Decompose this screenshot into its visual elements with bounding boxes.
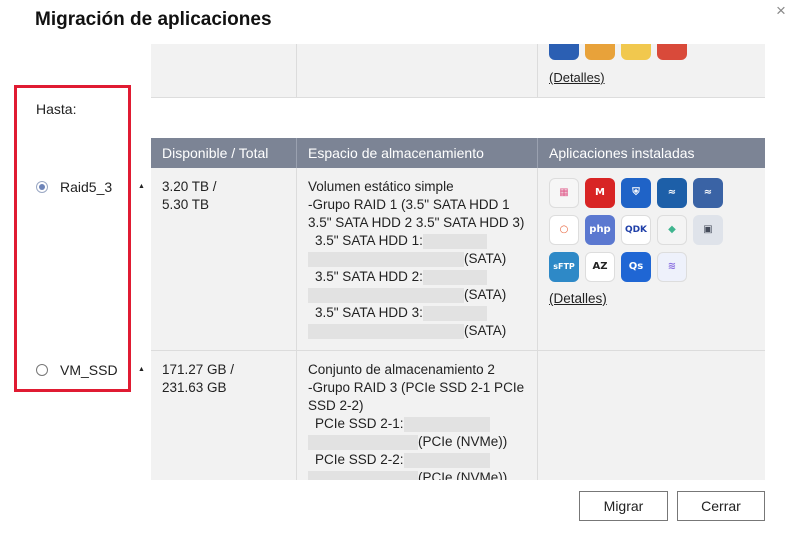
available-value: 171.27 GB / [162,362,235,377]
raid-group-cont: SSD 2-2) [308,398,364,413]
qdk-icon: QDK [621,215,651,245]
column-divider [537,44,538,97]
disk-entry-type: (SATA) [308,250,526,268]
dialog-title: Migración de aplicaciones [35,9,272,30]
storage-cell: Conjunto de almacenamiento 2 -Grupo RAID… [297,351,538,480]
mariadb-icon: ≈ [657,178,687,208]
storage-cell: Volumen estático simple -Grupo RAID 1 (3… [297,168,538,350]
game-icon: ▣ [693,215,723,245]
header-available: Disponible / Total [151,138,297,168]
disk-entry-type: (PCIe (NVMe)) [308,433,526,451]
total-value: 5.30 TB [162,197,210,212]
table-row: 171.27 GB / 231.63 GB Conjunto de almace… [151,351,765,480]
disk-entry-type: (SATA) [308,286,526,304]
storage-type: Volumen estático simple [308,179,454,194]
pma-icon [621,44,651,60]
sort-az-icon: AZ [585,252,615,282]
highlight-box [14,85,131,392]
details-link[interactable]: (Detalles) [549,290,607,308]
migration-table: Disponible / Total Espacio de almacenami… [151,138,765,480]
available-value: 3.20 TB / [162,179,217,194]
column-divider [296,44,297,97]
disk-entry: PCIe SSD 2-2: [308,451,526,469]
apps-cell: ▦ M ⛨ ≈ ≈ ○ php QDK ◆ ▣ sFTP AZ Qs ≋ (De… [538,168,765,350]
header-apps: Aplicaciones instaladas [549,145,695,161]
php-icon: php [585,215,615,245]
qsync-icon [549,44,579,60]
migrate-button[interactable]: Migrar [579,491,668,521]
close-icon[interactable]: × [776,2,786,20]
malware-remover-icon: M [585,178,615,208]
disk-entry: 3.5" SATA HDD 2: [308,268,526,286]
raid-group-cont: 3.5" SATA HDD 2 3.5" SATA HDD 3) [308,215,525,230]
raid-group: -Grupo RAID 3 (PCIe SSD 2-1 PCIe [308,380,525,395]
available-cell: 3.20 TB / 5.30 TB [151,168,297,350]
disk-entry: 3.5" SATA HDD 3: [308,304,526,322]
table-header: Disponible / Total Espacio de almacenami… [151,138,765,168]
multimedia-icon [585,44,615,60]
storage-type: Conjunto de almacenamiento 2 [308,362,495,377]
close-button[interactable]: Cerrar [677,491,765,521]
apps-cell [538,351,765,480]
raid-group: -Grupo RAID 1 (3.5" SATA HDD 1 [308,197,510,212]
table-row-previous: (Detalles) [151,44,765,98]
sftp-icon: sFTP [549,252,579,282]
disk-entry: PCIe SSD 2-1: [308,415,526,433]
disk-entry-type: (SATA) [308,322,526,340]
total-value: 231.63 GB [162,380,227,395]
details-link[interactable]: (Detalles) [549,70,605,85]
app-center-icon: ▦ [549,178,579,208]
disk-entry-type: (PCIe (NVMe)) [308,469,526,480]
container-icon: ◆ [657,215,687,245]
installed-apps: ▦ M ⛨ ≈ ≈ ○ php QDK ◆ ▣ sFTP AZ Qs ≋ [549,178,754,282]
mail-icon [657,44,687,60]
installed-apps-previous [549,44,687,60]
expand-caret-icon[interactable]: ▲ [138,183,145,190]
table-row: 3.20 TB / 5.30 TB Volumen estático simpl… [151,168,765,351]
mariadb2-icon: ≈ [693,178,723,208]
qsirch-icon: Qs [621,252,651,282]
header-storage: Espacio de almacenamiento [297,138,538,168]
security-counselor-icon: ⛨ [621,178,651,208]
expand-caret-icon[interactable]: ▲ [138,366,145,373]
hybridmount-icon: ○ [549,215,579,245]
available-cell: 171.27 GB / 231.63 GB [151,351,297,480]
wave-icon: ≋ [657,252,687,282]
disk-entry: 3.5" SATA HDD 1: [308,232,526,250]
